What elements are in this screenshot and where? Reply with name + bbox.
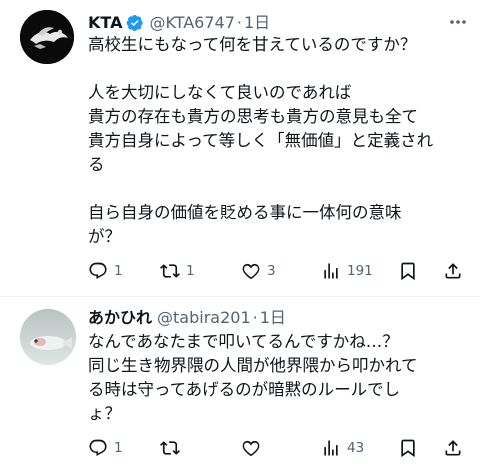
more-icon[interactable] xyxy=(446,12,470,32)
repost-icon xyxy=(160,264,180,278)
views-icon xyxy=(324,263,338,279)
handle[interactable]: @KTA6747 xyxy=(149,12,234,34)
repost-count: 1 xyxy=(186,263,195,279)
bookmark-icon xyxy=(401,439,415,458)
avatar[interactable] xyxy=(20,309,76,365)
like-button[interactable]: 3 xyxy=(241,260,276,282)
action-bar: 1 1 3 191 xyxy=(88,260,468,282)
verified-badge-icon xyxy=(126,14,144,32)
tweet-text: なんであなたまで叩いてるんですかね…？ 同じ生き物界隈の人間が他界隈から叩かれて… xyxy=(88,332,418,423)
tweet-text: 高校生にもなって何を甘えているのですか？ 人を大切にしなくて良いのであれば 貴方… xyxy=(88,35,434,246)
separator-dot: · xyxy=(252,308,258,327)
reply-button[interactable]: 1 xyxy=(88,437,123,459)
views-count: 43 xyxy=(347,440,365,456)
timestamp[interactable]: 1日 xyxy=(260,307,286,329)
repost-button[interactable]: 1 xyxy=(160,260,195,282)
reply-icon xyxy=(89,439,107,456)
timestamp[interactable]: 1日 xyxy=(244,12,270,34)
handle[interactable]: @tabira201 xyxy=(157,307,251,329)
share-icon xyxy=(445,440,461,456)
like-icon xyxy=(242,263,260,280)
separator-dot: · xyxy=(236,13,242,32)
action-bar: 1 43 xyxy=(88,437,468,459)
reply-count: 1 xyxy=(114,263,123,279)
share-button[interactable] xyxy=(443,260,463,282)
tweet-header: あかひれ @tabira201 · 1日 xyxy=(88,307,286,329)
repost-button[interactable] xyxy=(160,437,180,459)
like-button[interactable] xyxy=(241,437,261,459)
tweet-header: KTA @KTA6747 · 1日 xyxy=(88,12,270,34)
tweet[interactable]: あかひれ @tabira201 · 1日 なんであなたまで叩いてるんですかね…？… xyxy=(0,297,480,470)
bookmark-icon xyxy=(401,262,415,281)
bookmark-button[interactable] xyxy=(398,437,418,459)
reply-count: 1 xyxy=(114,440,123,456)
share-icon xyxy=(445,263,461,279)
avatar[interactable] xyxy=(20,10,74,64)
share-button[interactable] xyxy=(443,437,463,459)
reply-button[interactable]: 1 xyxy=(88,260,123,282)
views-count: 191 xyxy=(347,263,373,279)
views-button[interactable]: 43 xyxy=(321,437,364,459)
tweet[interactable]: KTA @KTA6747 · 1日 高校生にもなって何を甘えているのですか？ 人… xyxy=(0,0,480,297)
reply-icon xyxy=(89,262,107,279)
display-name[interactable]: あかひれ xyxy=(88,307,152,329)
display-name[interactable]: KTA xyxy=(88,12,122,34)
like-icon xyxy=(242,440,260,457)
bookmark-button[interactable] xyxy=(398,260,418,282)
views-icon xyxy=(324,440,338,456)
repost-icon xyxy=(160,441,180,455)
like-count: 3 xyxy=(267,263,276,279)
views-button[interactable]: 191 xyxy=(321,260,373,282)
